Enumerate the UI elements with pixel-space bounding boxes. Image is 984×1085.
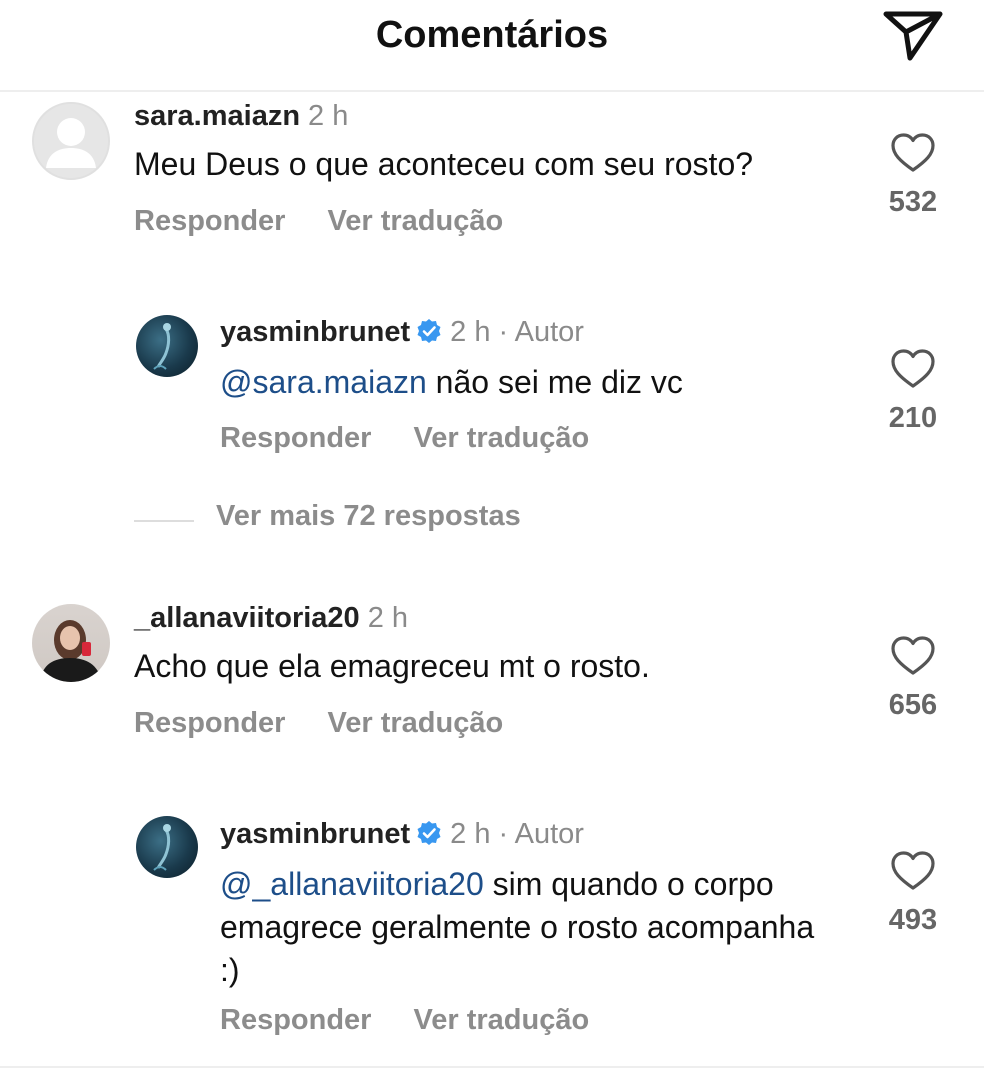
heart-icon[interactable] [890,348,936,390]
verified-badge-icon [417,821,441,845]
like-control: 210 [878,348,948,435]
like-control: 532 [878,132,948,219]
translate-button[interactable]: Ver tradução [327,707,503,739]
timestamp: 2 h [308,100,349,132]
comment-header: _allanaviitoria20 2 h [134,602,408,635]
profile-photo-image [40,620,102,682]
view-more-replies-button[interactable]: Ver mais 72 respostas [134,500,521,533]
like-count: 532 [888,186,938,218]
comment-text: Meu Deus o que aconteceu com seu rosto? [134,143,854,186]
timestamp: 2 h [450,316,491,348]
default-avatar-icon [46,118,96,168]
mermaid-avatar-image [153,824,171,871]
translate-button[interactable]: Ver tradução [327,205,503,237]
username[interactable]: sara.maiazn [134,100,300,132]
avatar[interactable] [136,816,198,878]
heart-icon[interactable] [890,850,936,892]
comment-text: @_allanaviitoria20 sim quando o corpo em… [220,863,820,992]
comment-header: yasminbrunet 2 h · Autor [220,316,584,349]
avatar[interactable] [32,604,110,682]
translate-button[interactable]: Ver tradução [413,1004,589,1036]
divider [0,1066,984,1068]
comment-body: não sei me diz vc [426,364,683,400]
reply-button[interactable]: Responder [134,205,285,237]
timestamp: 2 h [367,602,409,634]
like-control: 656 [878,635,948,722]
comment-header: yasminbrunet 2 h · Autor [220,818,584,851]
timestamp: 2 h [450,818,491,850]
translate-button[interactable]: Ver tradução [413,422,589,454]
like-count: 210 [888,402,938,434]
mention-link[interactable]: @_allanaviitoria20 [220,866,484,902]
paper-plane-icon[interactable] [882,8,944,64]
author-tag: · Autor [498,818,584,850]
mermaid-avatar-image [153,323,171,370]
like-count: 493 [888,904,938,936]
username[interactable]: _allanaviitoria20 [134,602,360,634]
comments-header: Comentários [0,0,984,92]
comment-actions: Responder Ver tradução [220,422,589,455]
avatar[interactable] [32,102,110,180]
mention-link[interactable]: @sara.maiazn [220,364,427,400]
reply-button[interactable]: Responder [220,422,371,454]
comment-header: sara.maiazn 2 h [134,100,348,133]
comment-body: Acho que ela emagreceu mt o rosto. [134,648,650,684]
comment-actions: Responder Ver tradução [134,707,503,740]
divider-line [134,519,194,522]
comment-body: Meu Deus o que aconteceu com seu rosto? [134,146,754,182]
like-control: 493 [878,850,948,937]
comment-text: @sara.maiazn não sei me diz vc [220,361,860,404]
avatar[interactable] [136,315,198,377]
like-count: 656 [888,689,938,721]
heart-icon[interactable] [890,132,936,174]
verified-badge-icon [417,319,441,343]
heart-icon[interactable] [890,635,936,677]
comment-text: Acho que ela emagreceu mt o rosto. [134,645,854,688]
author-tag: · Autor [498,316,584,348]
comment-actions: Responder Ver tradução [220,1004,589,1037]
page-title: Comentários [375,14,609,56]
comment-actions: Responder Ver tradução [134,205,503,238]
view-more-replies-label: Ver mais 72 respostas [216,500,521,532]
username[interactable]: yasminbrunet [220,316,410,348]
reply-button[interactable]: Responder [220,1004,371,1036]
reply-button[interactable]: Responder [134,707,285,739]
username[interactable]: yasminbrunet [220,818,410,850]
